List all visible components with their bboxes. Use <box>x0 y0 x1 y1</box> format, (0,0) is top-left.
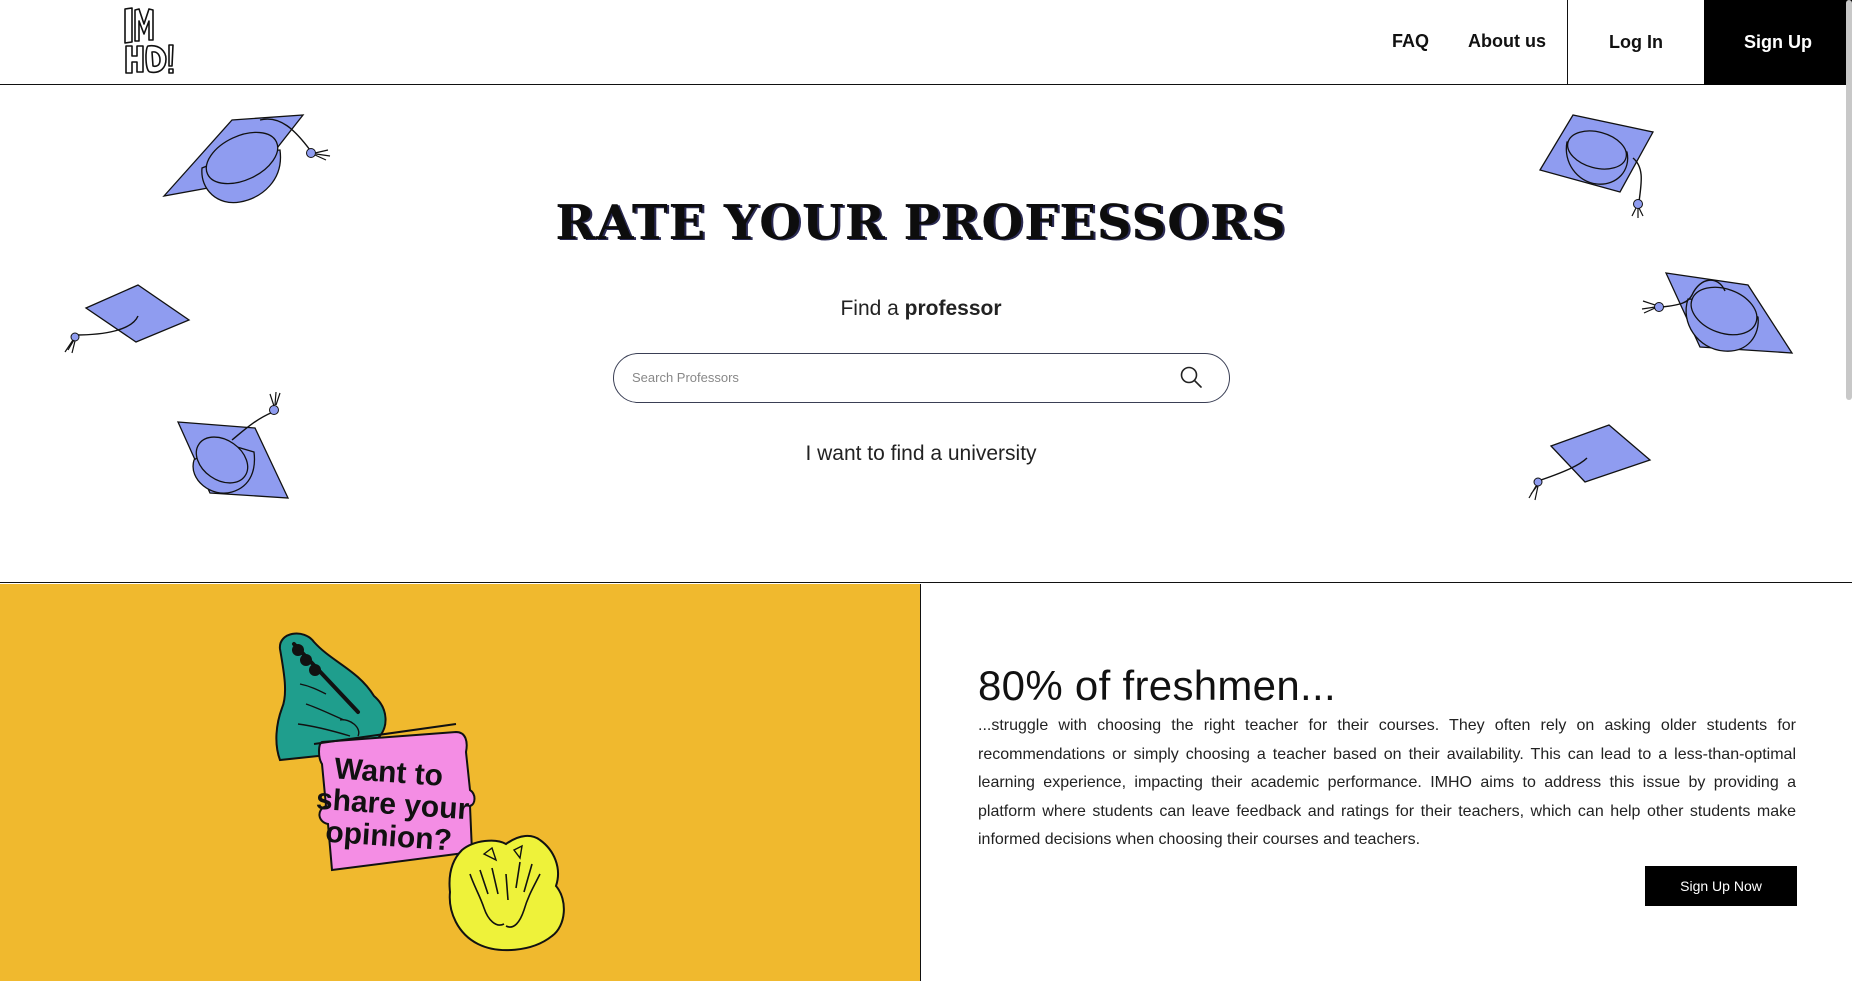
graduation-cap-icon <box>1528 424 1652 501</box>
top-navbar: FAQ About us Log In Sign Up <box>0 0 1852 85</box>
freshmen-heading: 80% of freshmen... <box>978 662 1336 709</box>
nav-faq-link[interactable]: FAQ <box>1392 31 1429 52</box>
search-box <box>613 353 1230 403</box>
graduation-cap-icon <box>176 391 290 499</box>
find-bold-word: professor <box>904 297 1002 320</box>
find-prefix: Find a <box>840 297 899 320</box>
graduation-cap-icon <box>1641 272 1794 354</box>
login-button[interactable]: Log In <box>1567 0 1704 85</box>
graduation-cap-icon <box>64 284 191 354</box>
login-button-label: Log In <box>1609 32 1663 52</box>
page-scrollbar[interactable] <box>1846 0 1852 400</box>
graduation-cap-icon <box>1539 114 1654 218</box>
share-opinion-sticker: Want to share your opinion? <box>275 632 565 952</box>
freshmen-paragraph: ...struggle with choosing the right teac… <box>978 717 1796 848</box>
graduation-cap-icon <box>162 114 331 204</box>
promo-panel: Want to share your opinion? <box>0 584 921 981</box>
imho-logo[interactable] <box>122 6 174 78</box>
search-input[interactable] <box>632 354 1152 401</box>
sign-up-now-button[interactable]: Sign Up Now <box>1645 866 1797 906</box>
search-icon[interactable] <box>1179 365 1203 389</box>
nav-about-link[interactable]: About us <box>1468 31 1546 52</box>
freshmen-info-section: 80% of freshmen... ...struggle with choo… <box>922 584 1852 981</box>
hero-section: RATE YOUR PROFESSORS Find a professor I … <box>0 85 1852 583</box>
signup-button-label: Sign Up <box>1744 32 1812 52</box>
find-professor-line: Find a professor <box>0 297 1842 321</box>
signup-button[interactable]: Sign Up <box>1704 0 1852 85</box>
